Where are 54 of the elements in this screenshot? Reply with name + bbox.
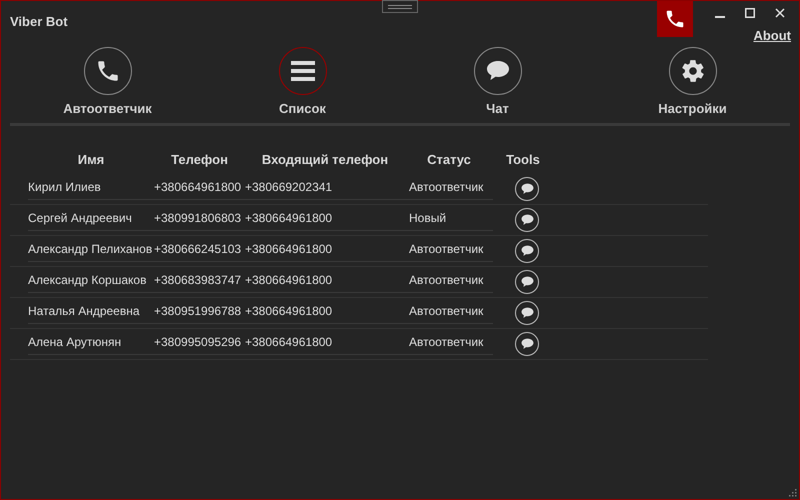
table-cell: Александр Пелиханов <box>28 240 154 262</box>
column-header: Имя <box>76 151 106 170</box>
table-cell: Алена Арутюнян <box>28 333 154 355</box>
table-cell: +380669202341 <box>245 178 405 200</box>
table-cell: Сергей Андреевич <box>28 209 154 231</box>
table-cell: Автоответчик <box>405 240 493 262</box>
table-cell: +380664961800 <box>245 240 405 262</box>
chat-button[interactable] <box>515 177 539 201</box>
column-header: Входящий телефон <box>260 151 390 170</box>
chat-button[interactable] <box>515 239 539 263</box>
table-cell: +380995095296 <box>154 333 245 355</box>
table-cell: Автоответчик <box>405 271 493 293</box>
table-cell: Наталья Андреевна <box>28 302 154 324</box>
table-cell: Автоответчик <box>405 302 493 324</box>
speech-bubble-icon <box>520 276 534 288</box>
maximize-icon <box>745 8 755 18</box>
speech-bubble-icon <box>486 60 510 82</box>
settings-icon <box>680 58 706 84</box>
table-cell: +380991806803 <box>154 209 245 231</box>
table-cell: +380666245103 <box>154 240 245 262</box>
table-cell: Новый <box>405 209 493 231</box>
minimize-icon <box>715 16 725 18</box>
chat-button[interactable] <box>515 332 539 356</box>
phone-icon <box>664 8 686 30</box>
speech-bubble-icon <box>520 307 534 319</box>
table-cell: +380664961800 <box>245 271 405 293</box>
menu-icon <box>290 60 314 82</box>
chat-button[interactable] <box>515 301 539 325</box>
chat-button[interactable] <box>515 270 539 294</box>
table-cell: Александр Коршаков <box>28 271 154 293</box>
drag-handle[interactable] <box>382 0 418 13</box>
speech-bubble-icon <box>520 338 534 350</box>
table-cell: +380664961800 <box>245 302 405 324</box>
column-header: Статус <box>426 151 472 170</box>
close-icon <box>775 8 785 18</box>
table-cell: +380664961800 <box>154 178 245 200</box>
table-cell: Кирил Илиев <box>28 178 154 200</box>
nav-tab[interactable]: Автоответчик <box>10 41 205 118</box>
chat-button[interactable] <box>515 208 539 232</box>
nav-tab[interactable]: Список <box>205 41 400 118</box>
speech-bubble-icon <box>520 245 534 257</box>
column-header: Tools <box>505 151 541 170</box>
table-cell: +380951996788 <box>154 302 245 324</box>
table-cell: +380683983747 <box>154 271 245 293</box>
window-title: Viber Bot <box>10 13 68 31</box>
speech-bubble-icon <box>520 183 534 195</box>
table-cell: Автоответчик <box>405 333 493 355</box>
column-header: Телефон <box>170 151 229 170</box>
table-cell: +380664961800 <box>245 333 405 355</box>
table-cell: Автоответчик <box>405 178 493 200</box>
nav-tab[interactable]: Чат <box>400 41 595 118</box>
table-cell: +380664961800 <box>245 209 405 231</box>
speech-bubble-icon <box>520 214 534 226</box>
resize-grip-icon[interactable] <box>787 487 797 497</box>
